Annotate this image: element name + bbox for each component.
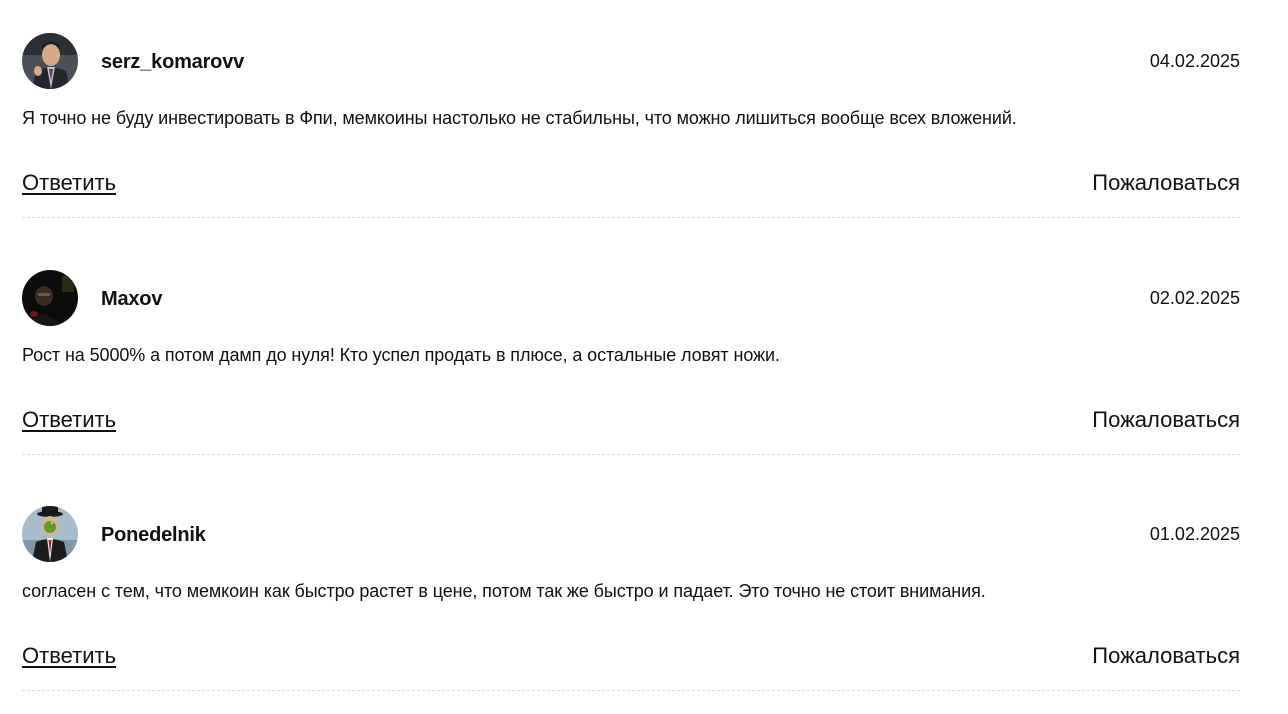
comment-divider — [22, 690, 1240, 691]
comment-header: serz_komarovv 04.02.2025 — [22, 33, 1240, 90]
comment-author: Maxov — [101, 288, 163, 310]
report-button[interactable]: Пожаловаться — [1092, 642, 1240, 670]
comment-item: serz_komarovv 04.02.2025 Я точно не буду… — [22, 33, 1240, 238]
user-avatar-icon[interactable] — [22, 506, 78, 562]
reply-button[interactable]: Ответить — [22, 169, 116, 197]
comment-divider — [22, 454, 1240, 455]
comment-divider — [22, 217, 1240, 218]
comment-text: Рост на 5000% а потом дамп до нуля! Кто … — [22, 345, 780, 365]
comment-header: Maxov 02.02.2025 — [22, 270, 1240, 327]
comment-date: 01.02.2025 — [1149, 524, 1240, 544]
comment-item: Maxov 02.02.2025 Рост на 5000% а потом д… — [22, 270, 1240, 475]
comment-text: согласен с тем, что мемкоин как быстро р… — [22, 581, 986, 601]
comment-date: 04.02.2025 — [1149, 51, 1240, 71]
comment-header: Ponedelnik 01.02.2025 — [22, 506, 1240, 563]
reply-button[interactable]: Ответить — [22, 406, 116, 434]
comment-author: Ponedelnik — [101, 524, 206, 546]
comment-item: Ponedelnik 01.02.2025 согласен с тем, чт… — [22, 506, 1240, 711]
comments-list: serz_komarovv 04.02.2025 Я точно не буду… — [0, 0, 1288, 714]
comment-date: 02.02.2025 — [1149, 288, 1240, 308]
user-avatar-icon[interactable] — [22, 33, 78, 89]
report-button[interactable]: Пожаловаться — [1092, 169, 1240, 197]
reply-button[interactable]: Ответить — [22, 642, 116, 670]
user-avatar-icon[interactable] — [22, 270, 78, 326]
report-button[interactable]: Пожаловаться — [1092, 406, 1240, 434]
comment-author: serz_komarovv — [101, 51, 245, 73]
comment-text: Я точно не буду инвестировать в Фпи, мем… — [22, 108, 1017, 128]
